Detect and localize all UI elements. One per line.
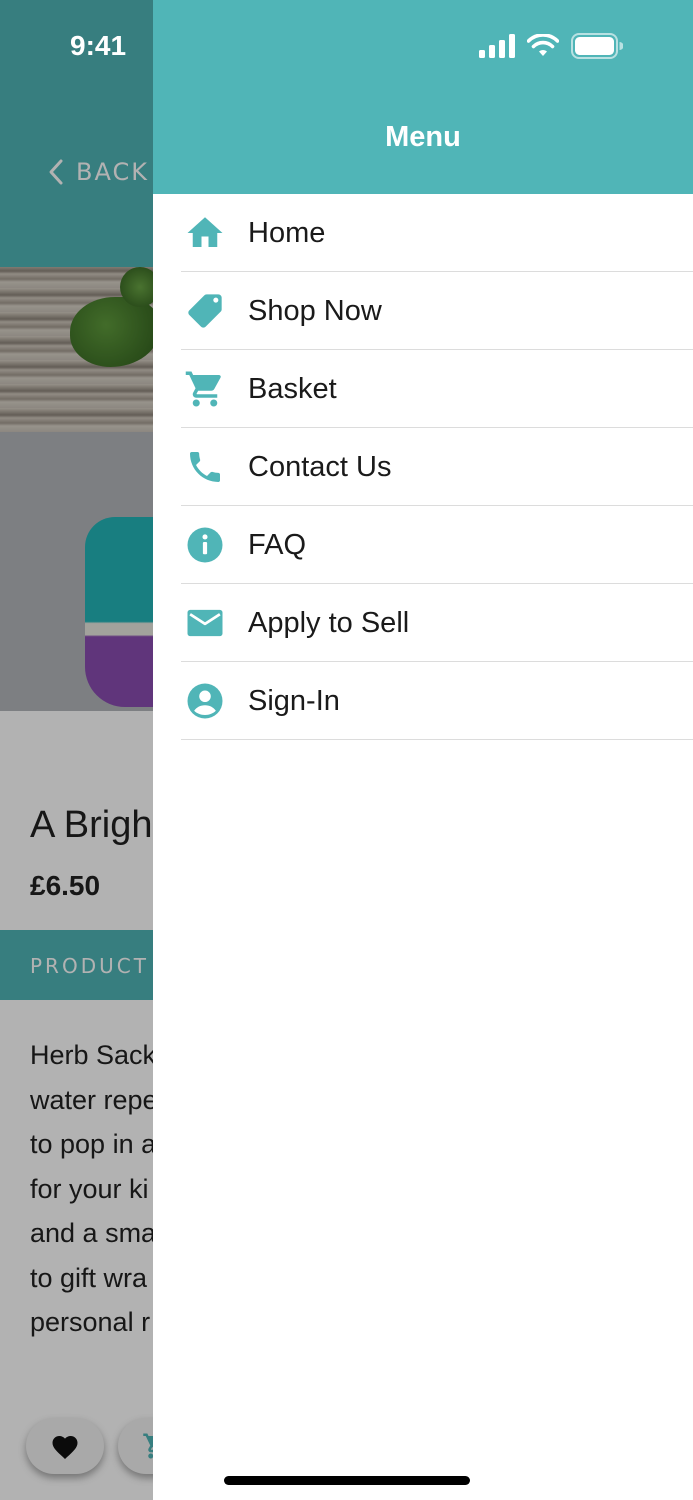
menu-item-label: Contact Us [248, 451, 392, 483]
side-menu-drawer: Menu Home Shop Now Basket Contact Us FAQ… [153, 0, 693, 1500]
menu-list: Home Shop Now Basket Contact Us FAQ Appl… [153, 194, 693, 740]
menu-item-sign-in[interactable]: Sign-In [153, 662, 693, 740]
battery-icon [571, 33, 623, 59]
menu-item-label: Home [248, 217, 326, 249]
menu-title: Menu [385, 121, 461, 153]
wifi-icon [527, 34, 559, 56]
status-icons [479, 33, 623, 59]
menu-item-label: Basket [248, 373, 337, 405]
menu-item-apply-to-sell[interactable]: Apply to Sell [153, 584, 693, 662]
menu-item-label: FAQ [248, 529, 307, 561]
user-icon [184, 680, 226, 722]
menu-item-faq[interactable]: FAQ [153, 506, 693, 584]
phone-icon [184, 446, 226, 488]
signal-icon [479, 34, 515, 58]
status-time: 9:41 [70, 30, 127, 61]
menu-item-basket[interactable]: Basket [153, 350, 693, 428]
menu-header: Menu [153, 0, 693, 194]
menu-item-label: Shop Now [248, 295, 382, 327]
menu-item-home[interactable]: Home [153, 194, 693, 272]
menu-item-label: Apply to Sell [248, 607, 410, 639]
mail-icon [184, 602, 226, 644]
menu-item-label: Sign-In [248, 685, 340, 717]
home-indicator[interactable] [224, 1476, 470, 1485]
tag-icon [184, 290, 226, 332]
cart-icon [184, 368, 226, 410]
home-icon [184, 212, 226, 254]
info-icon [184, 524, 226, 566]
menu-item-contact-us[interactable]: Contact Us [153, 428, 693, 506]
menu-item-shop-now[interactable]: Shop Now [153, 272, 693, 350]
